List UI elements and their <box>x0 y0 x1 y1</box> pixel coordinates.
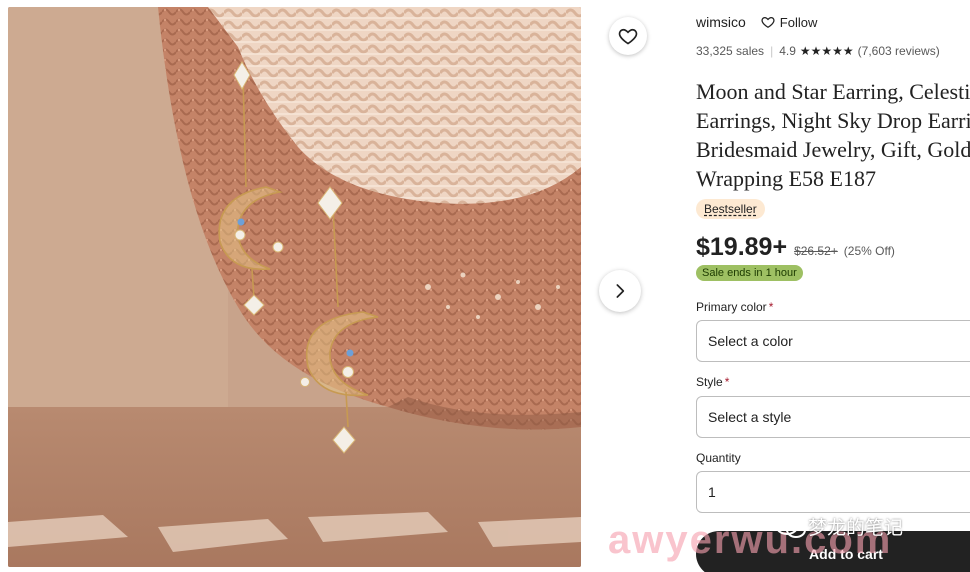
price-row: $19.89+ $26.52+ (25% Off) <box>696 233 895 262</box>
favorite-button[interactable] <box>609 17 647 55</box>
next-image-button[interactable] <box>599 270 641 312</box>
required-mark: * <box>724 375 730 389</box>
sale-price: $19.89+ <box>696 233 788 261</box>
quantity-label: Quantity <box>696 451 741 465</box>
shop-name-link[interactable]: wimsico <box>696 14 746 30</box>
bestseller-badge[interactable]: Bestseller <box>696 199 765 219</box>
star-icon: ★★★★★ <box>799 44 854 58</box>
original-price: $26.52+ <box>794 244 838 258</box>
reviews-link[interactable]: (7,603 reviews) <box>858 44 940 58</box>
shop-row: wimsico Follow <box>696 14 817 30</box>
primary-color-value: Select a color <box>708 333 793 349</box>
primary-color-label-text: Primary color <box>696 300 767 314</box>
required-mark: * <box>768 300 774 314</box>
primary-color-label: Primary color * <box>696 300 773 314</box>
sale-countdown-badge: Sale ends in 1 hour <box>696 265 803 281</box>
wechat-icon <box>775 514 806 538</box>
quantity-value: 1 <box>708 484 716 500</box>
style-label: Style * <box>696 375 729 389</box>
stats-separator: | <box>770 44 774 58</box>
style-value: Select a style <box>708 409 792 425</box>
follow-label: Follow <box>779 14 818 30</box>
product-info-panel: wimsico Follow 33,325 sales | 4.9 ★★★★★ … <box>696 0 970 572</box>
primary-color-select[interactable]: Select a color <box>696 320 970 362</box>
heart-icon <box>618 28 638 45</box>
follow-heart-icon <box>761 16 775 29</box>
earrings-photo <box>8 7 581 567</box>
style-label-text: Style <box>696 375 723 389</box>
wechat-watermark: 梦龙的笔记 <box>774 513 903 540</box>
chevron-right-icon <box>616 284 625 298</box>
product-title: Moon and Star Earring, Celestial Earring… <box>696 79 970 191</box>
rating-value: 4.9 <box>779 44 796 58</box>
shop-stats: 33,325 sales | 4.9 ★★★★★ (7,603 reviews) <box>696 44 940 58</box>
follow-button[interactable]: Follow <box>761 14 818 30</box>
wechat-watermark-text: 梦龙的笔记 <box>808 518 904 539</box>
discount-percent: (25% Off) <box>843 244 895 258</box>
sales-count: 33,325 sales <box>696 44 765 58</box>
quantity-select[interactable]: 1 <box>696 471 970 513</box>
style-select[interactable]: Select a style <box>696 396 970 438</box>
product-image[interactable] <box>8 7 581 567</box>
